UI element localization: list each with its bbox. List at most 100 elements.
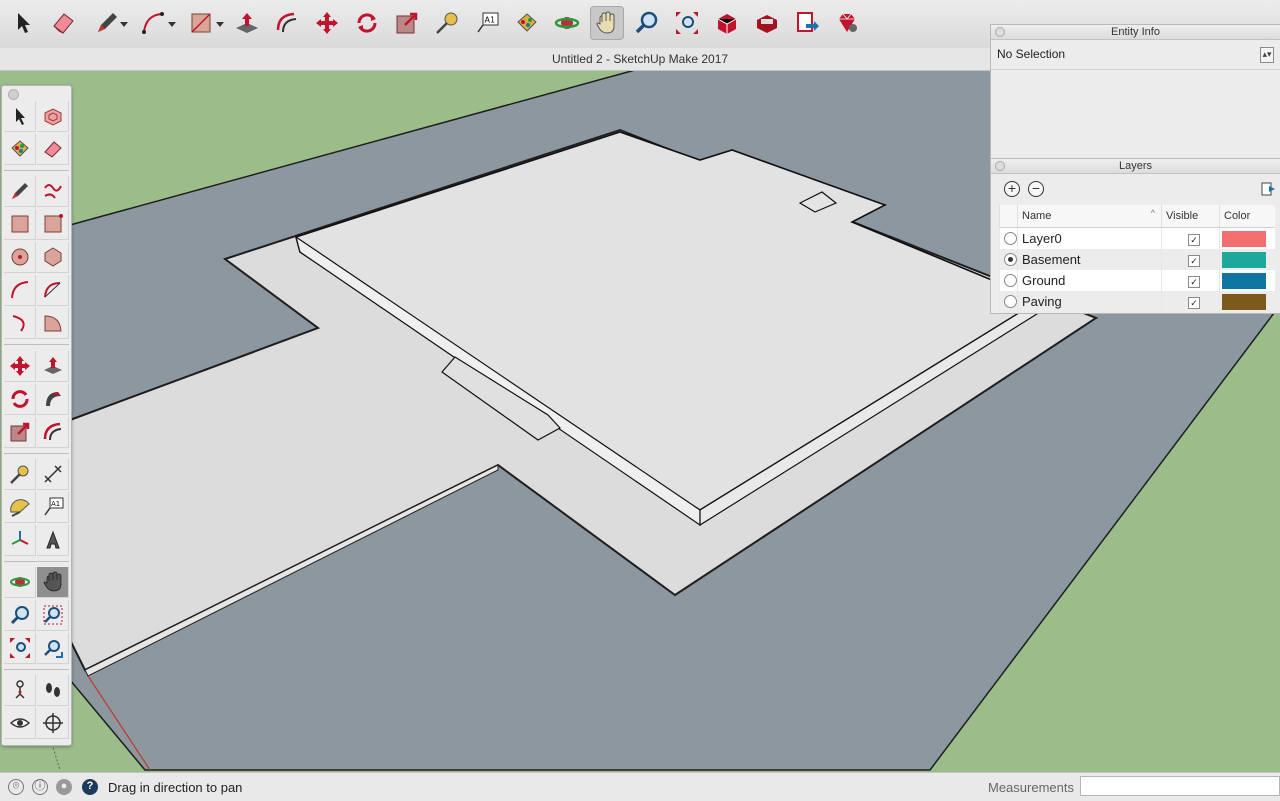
layer-color-swatch[interactable] bbox=[1222, 251, 1266, 268]
palette-polygon-button[interactable] bbox=[37, 242, 69, 273]
layer-name-cell[interactable]: Paving bbox=[1017, 291, 1162, 312]
delete-layer-button[interactable]: − bbox=[1028, 181, 1044, 197]
layer-color-cell[interactable] bbox=[1219, 270, 1275, 291]
visible-checkbox[interactable]: ✓ bbox=[1188, 234, 1200, 246]
palette-dimension-button[interactable] bbox=[37, 459, 69, 490]
palette-line-button[interactable] bbox=[4, 176, 36, 207]
active-layer-radio[interactable] bbox=[1004, 252, 1017, 266]
measurements-input[interactable] bbox=[1080, 776, 1280, 796]
entity-info-header[interactable]: Entity Info bbox=[991, 25, 1280, 40]
layer-color-swatch[interactable] bbox=[1222, 272, 1266, 289]
expand-details-icon[interactable]: ▴▾ bbox=[1260, 47, 1274, 63]
offset-tool-button[interactable] bbox=[270, 6, 304, 40]
rectangle-tool-dropdown-icon[interactable] bbox=[216, 22, 224, 27]
layer-color-cell[interactable] bbox=[1219, 227, 1275, 249]
user-account-icon[interactable]: ● bbox=[56, 779, 72, 795]
palette-freehand-button[interactable] bbox=[37, 176, 69, 207]
panel-close-icon[interactable] bbox=[995, 27, 1005, 37]
layer-row[interactable]: Paving ✓ bbox=[999, 291, 1275, 312]
palette-close-icon[interactable] bbox=[8, 89, 19, 100]
palette-tape-measure-button[interactable] bbox=[4, 459, 36, 490]
palette-section-plane-button[interactable] bbox=[37, 708, 69, 739]
visible-checkbox[interactable]: ✓ bbox=[1188, 276, 1200, 288]
palette-zoom-button[interactable] bbox=[4, 600, 36, 631]
palette-3d-text-button[interactable] bbox=[37, 525, 69, 556]
paint-bucket-tool-button[interactable] bbox=[510, 6, 544, 40]
select-tool-button[interactable] bbox=[6, 6, 40, 40]
active-layer-radio[interactable] bbox=[1004, 231, 1017, 245]
rectangle-tool-button[interactable] bbox=[184, 6, 218, 40]
layer-visible-cell[interactable]: ✓ bbox=[1161, 227, 1220, 249]
palette-look-around-button[interactable] bbox=[4, 708, 36, 739]
zoom-extents-tool-button[interactable] bbox=[670, 6, 704, 40]
palette-eraser-button[interactable] bbox=[37, 134, 69, 165]
scale-tool-button[interactable] bbox=[390, 6, 424, 40]
layer-name-cell[interactable]: Layer0 bbox=[1017, 227, 1162, 249]
visible-checkbox[interactable]: ✓ bbox=[1188, 297, 1200, 309]
push-pull-tool-button[interactable] bbox=[230, 6, 264, 40]
palette-arc-button[interactable] bbox=[4, 275, 36, 306]
palette-previous-view-button[interactable] bbox=[37, 633, 69, 664]
layer-color-cell[interactable] bbox=[1219, 291, 1275, 312]
text-tool-button[interactable]: A1 bbox=[470, 6, 504, 40]
layer-name-cell[interactable]: Ground bbox=[1017, 270, 1162, 291]
palette-pie-button[interactable] bbox=[37, 308, 69, 339]
palette-pan-button[interactable] bbox=[37, 567, 69, 598]
layer-row[interactable]: Basement ✓ bbox=[999, 249, 1275, 270]
palette-rotated-rectangle-button[interactable] bbox=[37, 209, 69, 240]
layer-color-swatch[interactable] bbox=[1222, 293, 1266, 310]
palette-push-pull-button[interactable] bbox=[37, 351, 69, 382]
palette-3point-arc-button[interactable] bbox=[4, 308, 36, 339]
palette-paint-bucket-button[interactable] bbox=[4, 134, 36, 165]
name-column-header[interactable]: Name ^ bbox=[1017, 205, 1162, 228]
layer-active-cell[interactable] bbox=[999, 249, 1018, 270]
layer-visible-cell[interactable]: ✓ bbox=[1161, 291, 1220, 312]
palette-zoom-window-button[interactable] bbox=[37, 600, 69, 631]
palette-rectangle-button[interactable] bbox=[4, 209, 36, 240]
palette-scale-button[interactable] bbox=[4, 417, 36, 448]
layers-header[interactable]: Layers bbox=[991, 159, 1280, 174]
active-layer-radio[interactable] bbox=[1004, 294, 1017, 308]
zoom-tool-button[interactable] bbox=[630, 6, 664, 40]
layer-active-cell[interactable] bbox=[999, 227, 1018, 249]
layer-name-cell[interactable]: Basement bbox=[1017, 249, 1162, 270]
layer-name[interactable]: Basement bbox=[1022, 252, 1081, 267]
add-layer-button[interactable]: + bbox=[1004, 181, 1020, 197]
orbit-tool-button[interactable] bbox=[550, 6, 584, 40]
move-tool-button[interactable] bbox=[310, 6, 344, 40]
send-to-layout-tool-button[interactable] bbox=[790, 6, 824, 40]
layer-active-cell[interactable] bbox=[999, 270, 1018, 291]
palette-text-button[interactable]: A1 bbox=[37, 492, 69, 523]
layer-visible-cell[interactable]: ✓ bbox=[1161, 249, 1220, 270]
active-layer-radio[interactable] bbox=[1004, 273, 1017, 287]
palette-2point-arc-button[interactable] bbox=[37, 275, 69, 306]
visible-checkbox[interactable]: ✓ bbox=[1188, 255, 1200, 267]
extension-warehouse-tool-button[interactable] bbox=[750, 6, 784, 40]
palette-select-button[interactable] bbox=[4, 101, 36, 132]
palette-walk-button[interactable] bbox=[37, 675, 69, 706]
palette-offset-button[interactable] bbox=[37, 417, 69, 448]
pan-tool-button[interactable] bbox=[590, 6, 624, 40]
tape-measure-tool-button[interactable] bbox=[430, 6, 464, 40]
layer-color-swatch[interactable] bbox=[1222, 230, 1266, 247]
palette-follow-me-button[interactable] bbox=[37, 384, 69, 415]
palette-protractor-button[interactable] bbox=[4, 492, 36, 523]
rotate-tool-button[interactable] bbox=[350, 6, 384, 40]
palette-axes-button[interactable] bbox=[4, 525, 36, 556]
palette-zoom-extents-button[interactable] bbox=[4, 633, 36, 664]
sort-ascending-icon[interactable]: ^ bbox=[1151, 208, 1155, 218]
palette-rotate-button[interactable] bbox=[4, 384, 36, 415]
layer-active-cell[interactable] bbox=[999, 291, 1018, 312]
arc-tool-dropdown-icon[interactable] bbox=[168, 22, 176, 27]
panel-close-icon[interactable] bbox=[995, 161, 1005, 171]
eraser-tool-button[interactable] bbox=[46, 6, 80, 40]
layer-name[interactable]: Paving bbox=[1022, 294, 1062, 309]
visible-column-header[interactable]: Visible bbox=[1161, 205, 1220, 228]
layer-row[interactable]: Ground ✓ bbox=[999, 270, 1275, 291]
layer-visible-cell[interactable]: ✓ bbox=[1161, 270, 1220, 291]
palette-move-button[interactable] bbox=[4, 351, 36, 382]
arc-tool-button[interactable] bbox=[136, 6, 170, 40]
extension-manager-tool-button[interactable] bbox=[830, 6, 864, 40]
geolocation-icon[interactable]: ⌾ bbox=[8, 779, 24, 795]
palette-position-camera-button[interactable] bbox=[4, 675, 36, 706]
